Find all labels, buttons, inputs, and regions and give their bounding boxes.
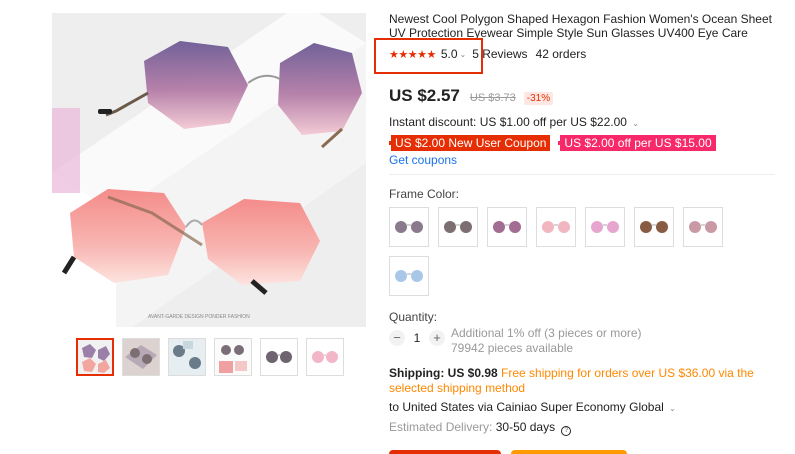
- product-title: Newest Cool Polygon Shaped Hexagon Fashi…: [389, 12, 772, 40]
- reviews-link[interactable]: 5 Reviews: [472, 47, 527, 61]
- thumbnail-2[interactable]: [122, 338, 160, 376]
- stock-available-text: 79942 pieces available: [451, 341, 574, 355]
- image-watermark: AVANT-GARDE DESIGN PONDER FASHION: [148, 314, 250, 320]
- delivery-label: Estimated Delivery:: [389, 420, 493, 434]
- new-user-coupon[interactable]: US $2.00 New User Coupon: [389, 135, 551, 151]
- shipping-cost: Shipping: US $0.98: [389, 366, 498, 380]
- help-icon[interactable]: ?: [561, 426, 572, 436]
- current-price: US $2.57: [389, 86, 460, 105]
- thumbnail-4[interactable]: [214, 338, 252, 376]
- instant-discount-text: Instant discount: US $1.00 off per US $2…: [389, 115, 627, 129]
- chevron-down-icon[interactable]: ⌄: [632, 119, 639, 128]
- rating-row: ★★★★★ 5.0 ⌄ 5 Reviews 42 orders: [389, 47, 586, 61]
- swatch-brown[interactable]: [634, 207, 674, 247]
- rating-stars-icon: ★★★★★: [389, 48, 436, 61]
- increase-quantity-button[interactable]: +: [429, 330, 445, 346]
- thumbnail-1[interactable]: [76, 338, 114, 376]
- frame-color-swatches: [389, 207, 739, 296]
- chevron-down-icon[interactable]: ⌄: [669, 404, 676, 413]
- buy-now-button[interactable]: [389, 450, 501, 454]
- discount-badge: -31%: [523, 92, 554, 105]
- thumbnail-strip: [76, 338, 344, 376]
- estimated-delivery: Estimated Delivery: 30-50 days ?: [389, 420, 572, 436]
- divider: [389, 174, 775, 175]
- coupon-list: US $2.00 New User Coupon US $2.00 off pe…: [389, 135, 716, 151]
- swatch-blue[interactable]: [389, 256, 429, 296]
- thumbnail-3[interactable]: [168, 338, 206, 376]
- shipping-info: Shipping: US $0.98 Free shipping for ord…: [389, 366, 775, 396]
- quantity-note: Additional 1% off (3 pieces or more) 799…: [451, 326, 642, 356]
- get-coupons-link[interactable]: Get coupons: [389, 153, 457, 167]
- original-price: US $3.73: [469, 92, 516, 104]
- delivery-value: 30-50 days: [495, 420, 556, 434]
- rating-value[interactable]: 5.0: [441, 47, 458, 61]
- shipping-destination[interactable]: to United States via Cainiao Super Econo…: [389, 400, 676, 414]
- chevron-down-icon[interactable]: ⌄: [460, 50, 467, 59]
- quantity-label: Quantity:: [389, 310, 438, 324]
- decrease-quantity-button[interactable]: −: [389, 330, 405, 346]
- swatch-pink-light[interactable]: [536, 207, 576, 247]
- quantity-stepper: − 1 +: [389, 330, 445, 346]
- swatch-pink-purple[interactable]: [585, 207, 625, 247]
- frame-color-label: Frame Color:: [389, 187, 460, 201]
- price-row: US $2.57 US $3.73 -31%: [389, 86, 554, 106]
- thumbnail-5[interactable]: [260, 338, 298, 376]
- bulk-discount-text: Additional 1% off (3 pieces or more): [451, 326, 642, 340]
- orders-count: 42 orders: [535, 47, 587, 61]
- swatch-purple-pink[interactable]: [487, 207, 527, 247]
- swatch-grey-brown[interactable]: [438, 207, 478, 247]
- swatch-grey-purple[interactable]: [389, 207, 429, 247]
- quantity-input[interactable]: 1: [405, 331, 429, 345]
- shipping-destination-text: to United States via Cainiao Super Econo…: [389, 400, 664, 414]
- thumbnail-6[interactable]: [306, 338, 344, 376]
- store-coupon[interactable]: US $2.00 off per US $15.00: [558, 135, 716, 151]
- instant-discount[interactable]: Instant discount: US $1.00 off per US $2…: [389, 115, 639, 129]
- main-product-image[interactable]: AVANT-GARDE DESIGN PONDER FASHION: [52, 13, 366, 327]
- swatch-pink-grey[interactable]: [683, 207, 723, 247]
- add-to-cart-button[interactable]: [511, 450, 627, 454]
